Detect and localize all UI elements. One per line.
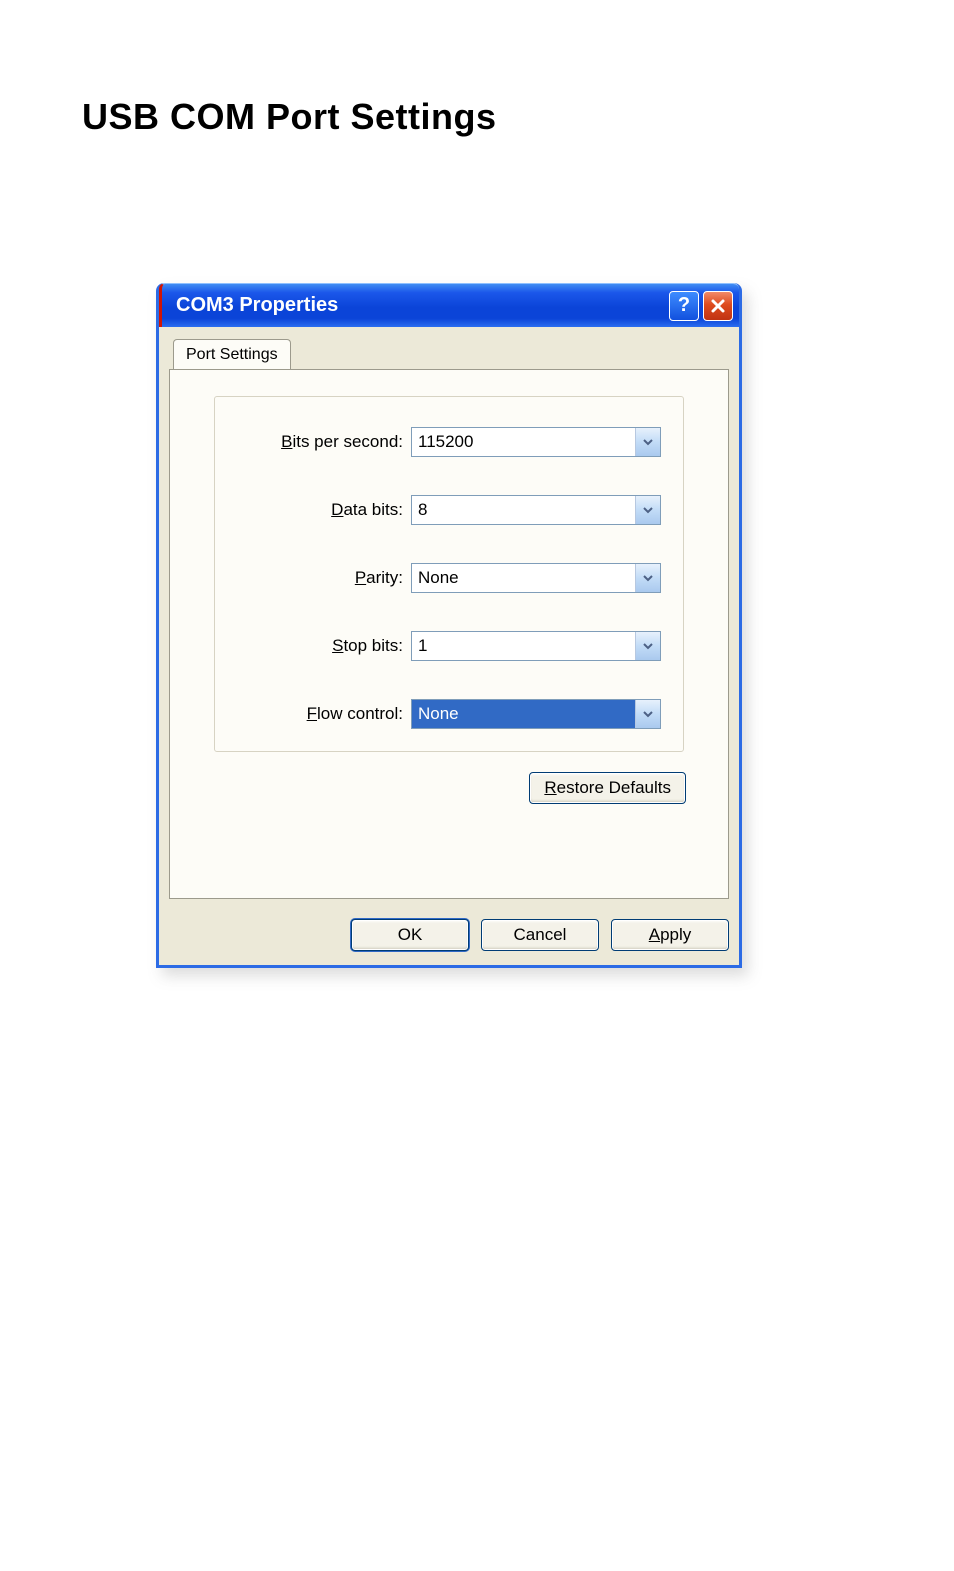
- tab-strip: Port Settings: [173, 337, 729, 369]
- page-heading: USB COM Port Settings: [82, 96, 954, 138]
- cancel-button-label: Cancel: [514, 925, 567, 945]
- row-flow-control: Flow control: None: [237, 699, 661, 729]
- label-flow-control: Flow control:: [307, 704, 403, 724]
- combo-bits-per-second[interactable]: 115200: [411, 427, 661, 457]
- apply-button[interactable]: Apply: [611, 919, 729, 951]
- help-button[interactable]: ?: [669, 291, 699, 321]
- restore-defaults-button[interactable]: Restore Defaults: [529, 772, 686, 804]
- combo-flow-control[interactable]: None: [411, 699, 661, 729]
- combo-data-bits[interactable]: 8: [411, 495, 661, 525]
- combo-data-bits-value: 8: [412, 496, 635, 524]
- ok-button-label: OK: [398, 925, 423, 945]
- close-icon: [710, 298, 726, 314]
- label-bits-per-second: Bits per second:: [281, 432, 403, 452]
- row-data-bits: Data bits: 8: [237, 495, 661, 525]
- titlebar-title: COM3 Properties: [176, 294, 665, 317]
- restore-defaults-row: Restore Defaults: [190, 772, 708, 804]
- port-settings-group: Bits per second: 115200 Data bits:: [214, 396, 684, 752]
- label-stop-bits: Stop bits:: [332, 636, 403, 656]
- chevron-down-icon: [635, 564, 660, 592]
- combo-bits-per-second-value: 115200: [412, 428, 635, 456]
- row-bits-per-second: Bits per second: 115200: [237, 427, 661, 457]
- tab-port-settings[interactable]: Port Settings: [173, 339, 291, 370]
- tab-pane-port-settings: Bits per second: 115200 Data bits:: [169, 369, 729, 899]
- label-data-bits: Data bits:: [331, 500, 403, 520]
- chevron-down-icon: [635, 428, 660, 456]
- combo-parity[interactable]: None: [411, 563, 661, 593]
- dialog-button-row: OK Cancel Apply: [159, 907, 739, 965]
- chevron-down-icon: [635, 496, 660, 524]
- com-properties-dialog: COM3 Properties ? Port Settings: [156, 283, 742, 968]
- label-parity: Parity:: [355, 568, 403, 588]
- titlebar: COM3 Properties ?: [159, 283, 739, 327]
- combo-parity-value: None: [412, 564, 635, 592]
- help-icon: ?: [678, 294, 690, 317]
- combo-flow-control-value: None: [412, 700, 635, 728]
- cancel-button[interactable]: Cancel: [481, 919, 599, 951]
- dialog-client: Port Settings Bits per second: 115200: [159, 327, 739, 907]
- chevron-down-icon: [635, 632, 660, 660]
- chevron-down-icon: [635, 700, 660, 728]
- ok-button[interactable]: OK: [351, 919, 469, 951]
- row-stop-bits: Stop bits: 1: [237, 631, 661, 661]
- row-parity: Parity: None: [237, 563, 661, 593]
- tab-port-settings-label: Port Settings: [186, 346, 278, 363]
- close-button[interactable]: [703, 291, 733, 321]
- combo-stop-bits[interactable]: 1: [411, 631, 661, 661]
- combo-stop-bits-value: 1: [412, 632, 635, 660]
